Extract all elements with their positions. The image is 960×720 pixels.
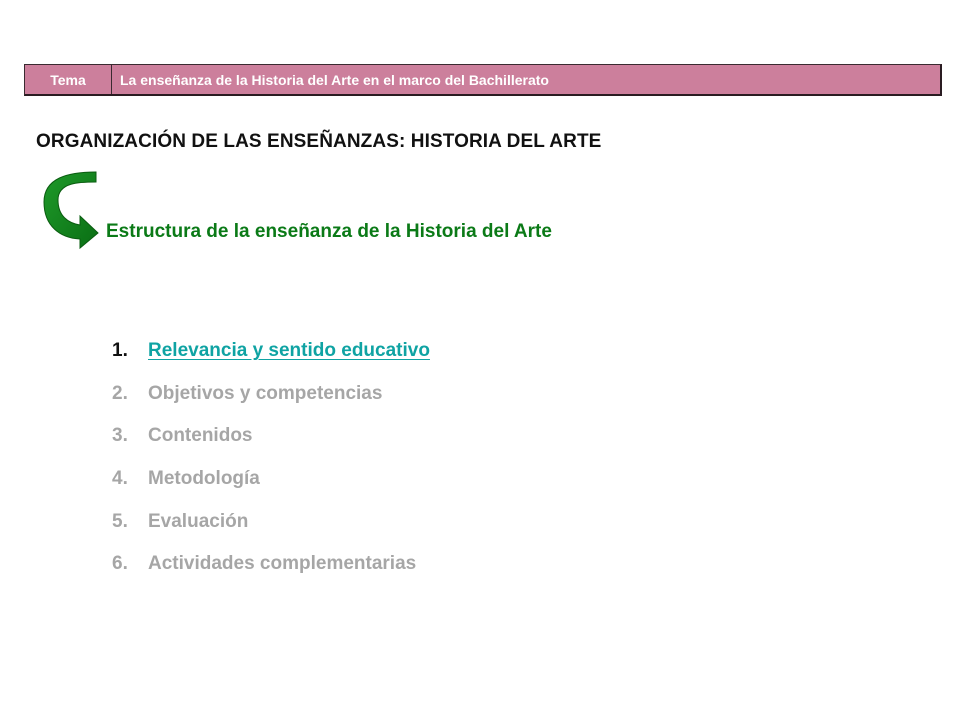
menu-item-evaluacion[interactable]: 5. Evaluación — [112, 500, 430, 543]
menu-item-actividades[interactable]: 6. Actividades complementarias — [112, 543, 430, 586]
topic-bar: Tema La enseñanza de la Historia del Art… — [24, 64, 942, 96]
menu-item-contenidos[interactable]: 3. Contenidos — [112, 415, 430, 458]
menu-item-label[interactable]: Metodología — [148, 468, 260, 490]
menu-item-label[interactable]: Objetivos y competencias — [148, 383, 382, 405]
menu-item-number: 1. — [112, 340, 128, 362]
menu-item-number: 5. — [112, 510, 128, 532]
menu-item-number: 3. — [112, 425, 128, 447]
menu-item-number: 2. — [112, 382, 128, 404]
menu-item-relevancia[interactable]: 1. Relevancia y sentido educativo — [112, 330, 430, 373]
curved-return-arrow-icon — [43, 171, 99, 250]
section-heading: ORGANIZACIÓN DE LAS ENSEÑANZAS: HISTORIA… — [36, 131, 602, 152]
menu-item-label[interactable]: Contenidos — [148, 425, 253, 447]
menu-item-number: 4. — [112, 468, 128, 490]
menu-item-label[interactable]: Evaluación — [148, 511, 248, 533]
menu-item-objetivos[interactable]: 2. Objetivos y competencias — [112, 373, 430, 416]
menu-item-label[interactable]: Actividades complementarias — [148, 553, 416, 575]
contents-menu: 1. Relevancia y sentido educativo 2. Obj… — [112, 330, 430, 586]
menu-item-link[interactable]: Relevancia y sentido educativo — [148, 340, 430, 362]
topic-title: La enseñanza de la Historia del Arte en … — [120, 71, 549, 88]
subheading: Estructura de la enseñanza de la Histori… — [106, 221, 552, 242]
topic-label: Tema — [25, 65, 112, 94]
menu-item-metodologia[interactable]: 4. Metodología — [112, 458, 430, 501]
menu-item-number: 6. — [112, 553, 128, 575]
